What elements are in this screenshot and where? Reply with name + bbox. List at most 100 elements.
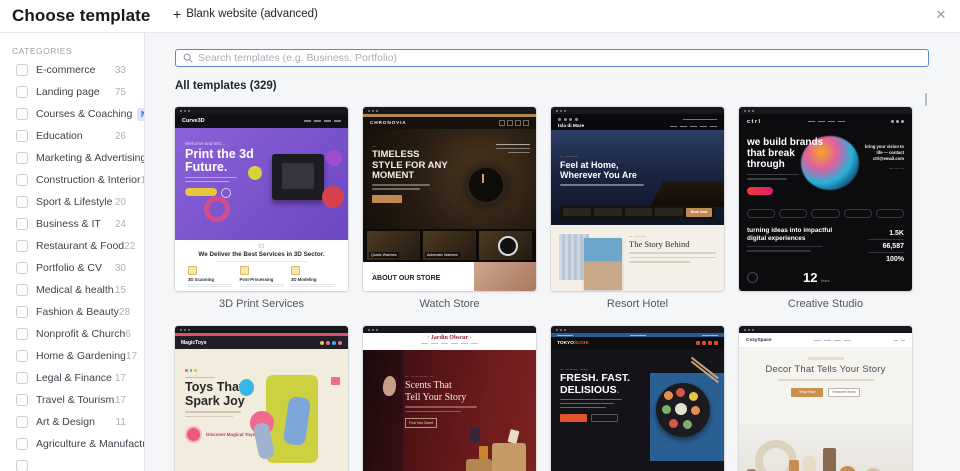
sidebar-item-nonprofit-church[interactable]: Nonprofit & Church 6 bbox=[0, 323, 144, 345]
template-thumbnail[interactable]: · Jardin Obscur · — ———— — Scents That Te… bbox=[363, 326, 536, 471]
sidebar-item-legal-finance[interactable]: Legal & Finance 17 bbox=[0, 367, 144, 389]
search-input[interactable] bbox=[198, 52, 921, 64]
template-grid: Curve3D Welcome and let's... Print the 3… bbox=[175, 107, 929, 471]
thumb-headline: Decor That Tells Your Story bbox=[765, 364, 886, 375]
sidebar-item-restaurant-food[interactable]: Restaurant & Food 22 bbox=[0, 235, 144, 257]
thumb-hero: — ——— —— FRESH. FAST. DELISIOUS. bbox=[551, 349, 724, 471]
blank-website-button[interactable]: + Blank website (advanced) bbox=[173, 6, 318, 22]
all-templates-heading: All templates (329) bbox=[175, 80, 277, 92]
sidebar-item-medical-health[interactable]: Medical & health 15 bbox=[0, 279, 144, 301]
checkbox[interactable] bbox=[16, 306, 28, 318]
sidebar-item-marketing-advertising[interactable]: Marketing & Advertising25 bbox=[0, 147, 144, 169]
thumb-logo: ctrl bbox=[747, 118, 762, 125]
checkbox[interactable] bbox=[16, 328, 28, 340]
sidebar-item-education[interactable]: Education 26 bbox=[0, 125, 144, 147]
vases-photo bbox=[739, 424, 912, 471]
plus-icon: + bbox=[173, 6, 182, 22]
browser-chrome bbox=[739, 326, 912, 333]
checkbox[interactable] bbox=[16, 218, 28, 230]
contact-note: bring your vision to life — contact ctrl… bbox=[864, 144, 904, 172]
printer-graphic bbox=[272, 154, 324, 200]
featured-items-button: Featured Items bbox=[828, 387, 860, 397]
search-box[interactable] bbox=[175, 49, 929, 67]
sidebar-item-e-commerce[interactable]: E-commerce 33 bbox=[0, 59, 144, 81]
sidebar-item-fashion-beauty[interactable]: Fashion & Beauty 28 bbox=[0, 301, 144, 323]
sidebar-item-business-it[interactable]: Business & IT 24 bbox=[0, 213, 144, 235]
close-icon[interactable]: ✕ bbox=[931, 5, 951, 25]
sidebar-item-art-design[interactable]: Art & Design 11 bbox=[0, 411, 144, 433]
scrollbar[interactable] bbox=[925, 93, 927, 106]
template-thumbnail[interactable]: ctrl we build brands that break through … bbox=[739, 107, 912, 291]
checkbox[interactable] bbox=[16, 196, 28, 208]
checkbox[interactable] bbox=[16, 460, 28, 471]
template-card-sushi: TOKYOSUSHI — ——— —— FRESH. FAST. DELISIO… bbox=[551, 326, 724, 471]
browser-chrome bbox=[739, 107, 912, 114]
template-card-creative-studio: ctrl we build brands that break through … bbox=[739, 107, 912, 310]
sidebar-item-courses-coaching[interactable]: Courses & CoachingNew8 bbox=[0, 103, 144, 125]
thumb-headline: FRESH. FAST. DELISIOUS. bbox=[560, 372, 631, 396]
template-thumbnail[interactable]: Curve3D Welcome and let's... Print the 3… bbox=[175, 107, 348, 291]
book-now-button: Book Now bbox=[686, 207, 712, 217]
browser-chrome bbox=[175, 107, 348, 114]
checkbox[interactable] bbox=[16, 108, 28, 120]
template-thumbnail[interactable]: TOKYOSUSHI — ——— —— FRESH. FAST. DELISIO… bbox=[551, 326, 724, 471]
template-browser: All templates (329) Curve3D Welcome and … bbox=[145, 33, 960, 471]
sidebar-item-home-gardening[interactable]: Home & Gardening 17 bbox=[0, 345, 144, 367]
browser-chrome bbox=[551, 107, 724, 114]
checkbox[interactable] bbox=[16, 152, 28, 164]
thumb-headline: Scents That Tell Your Story bbox=[405, 380, 467, 403]
sidebar-item-landing-page[interactable]: Landing page 75 bbox=[0, 81, 144, 103]
sidebar-item-sport-lifestyle[interactable]: Sport & Lifestyle 20 bbox=[0, 191, 144, 213]
checkbox[interactable] bbox=[16, 86, 28, 98]
browser-chrome bbox=[175, 326, 348, 333]
thumb-logo: Curve3D bbox=[182, 118, 205, 124]
checkbox[interactable] bbox=[16, 372, 28, 384]
globe-icon bbox=[747, 272, 758, 283]
checkbox[interactable] bbox=[16, 284, 28, 296]
checkbox[interactable] bbox=[16, 130, 28, 142]
categories-heading: CATEGORIES bbox=[12, 46, 73, 56]
story-photo bbox=[584, 238, 622, 290]
blank-website-label: Blank website (advanced) bbox=[186, 8, 318, 20]
booking-bar: Book Now bbox=[560, 205, 715, 219]
new-badge: New bbox=[137, 107, 144, 121]
sidebar-item-travel-tourism[interactable]: Travel & Tourism 17 bbox=[0, 389, 144, 411]
template-name: Resort Hotel bbox=[606, 298, 669, 310]
browser-chrome bbox=[363, 326, 536, 333]
woman-photo bbox=[363, 350, 403, 471]
checkbox[interactable] bbox=[16, 240, 28, 252]
template-thumbnail[interactable]: Isla di Mare — ——— Feel at Home, Wherever… bbox=[551, 107, 724, 291]
play-button-graphic bbox=[185, 426, 202, 443]
thumb-headline: Print the 3d Future. bbox=[185, 147, 254, 175]
template-thumbnail[interactable]: MagicToys Toys That Spark Joy Discover Ma… bbox=[175, 326, 348, 471]
thumb-logo: · Jardin Obscur · bbox=[427, 335, 472, 341]
thumb-hero: — ———— — Scents That Tell Your Story Find… bbox=[363, 350, 536, 471]
tag-pills bbox=[747, 208, 905, 218]
search-icon bbox=[183, 53, 193, 63]
template-name: 3D Print Services bbox=[219, 298, 304, 310]
sidebar-item-partial[interactable] bbox=[0, 455, 144, 471]
sidebar-item-portfolio-cv[interactable]: Portfolio & CV 30 bbox=[0, 257, 144, 279]
checkbox[interactable] bbox=[16, 262, 28, 274]
template-card-toys: MagicToys Toys That Spark Joy Discover Ma… bbox=[175, 326, 348, 471]
thumb-hero: Welcome and let's... Print the 3d Future… bbox=[175, 128, 348, 240]
thumb-headline: we build brands that break through bbox=[747, 137, 824, 171]
template-thumbnail[interactable]: CHRONOVIA — TIMELESS STYLE FOR ANY MOMEN… bbox=[363, 107, 536, 291]
checkbox[interactable] bbox=[16, 394, 28, 406]
checkbox[interactable] bbox=[16, 350, 28, 362]
checkbox[interactable] bbox=[16, 438, 28, 450]
checkbox[interactable] bbox=[16, 416, 28, 428]
thumb-nav-links bbox=[304, 120, 341, 122]
dialog-body: CATEGORIES E-commerce 33 Landing page 75 C… bbox=[0, 33, 960, 471]
checkbox[interactable] bbox=[16, 174, 28, 186]
template-card-perfume: · Jardin Obscur · — ———— — Scents That Te… bbox=[363, 326, 536, 471]
thumb-logo: CozySpace bbox=[746, 337, 772, 343]
template-thumbnail[interactable]: CozySpace Decor That Tells Your Story Sh… bbox=[739, 326, 912, 471]
sidebar-item-construction-interior[interactable]: Construction & Interior16 bbox=[0, 169, 144, 191]
browser-chrome bbox=[551, 326, 724, 333]
thumb-headline: Feel at Home, Wherever You Are bbox=[560, 160, 637, 181]
sidebar-item-agriculture-manufacturing[interactable]: Agriculture & Manufacturing9 bbox=[0, 433, 144, 455]
checkbox[interactable] bbox=[16, 64, 28, 76]
dialog-header: Choose template + Blank website (advance… bbox=[0, 0, 960, 33]
thumb-headline: TIMELESS STYLE FOR ANY MOMENT bbox=[372, 149, 448, 182]
